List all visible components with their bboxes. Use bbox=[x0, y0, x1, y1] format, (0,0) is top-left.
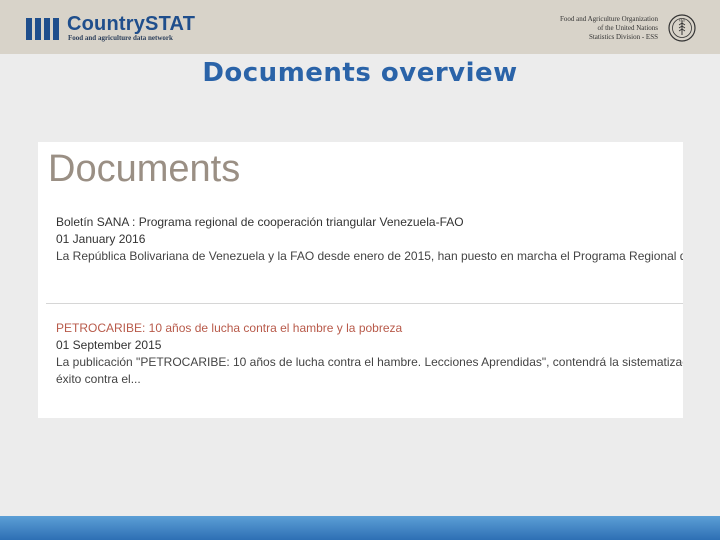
document-date: 01 September 2015 bbox=[56, 338, 162, 352]
document-description-continued: éxito contra el... bbox=[56, 372, 141, 386]
document-date: 01 January 2016 bbox=[56, 232, 146, 246]
document-title-link[interactable]: PETROCARIBE: 10 años de lucha contra el … bbox=[56, 320, 683, 337]
document-title-link[interactable]: Boletín SANA : Programa regional de coop… bbox=[56, 214, 683, 231]
document-item: Boletín SANA : Programa regional de coop… bbox=[56, 214, 683, 265]
footer-bar bbox=[0, 516, 720, 540]
org-line-1: Food and Agriculture Organization bbox=[559, 15, 658, 23]
brand-tagline: Food and agriculture data network bbox=[68, 34, 173, 42]
documents-panel: Documents Boletín SANA : Programa region… bbox=[38, 142, 683, 418]
divider bbox=[46, 303, 683, 304]
documents-heading: Documents bbox=[48, 148, 241, 190]
countrystat-logo-icon bbox=[26, 18, 62, 40]
org-line-3: Statistics Division - ESS bbox=[588, 33, 658, 41]
document-description: La República Bolivariana de Venezuela y … bbox=[56, 249, 683, 263]
page-title: Documents overview bbox=[202, 58, 518, 88]
fao-emblem-icon[interactable]: FAO bbox=[668, 14, 696, 42]
brand-name[interactable]: CountrySTAT bbox=[67, 13, 195, 36]
header-banner: CountrySTAT Food and agriculture data ne… bbox=[0, 0, 720, 54]
fao-emblem-text: FAO bbox=[679, 19, 686, 23]
fao-organization-text: Food and Agriculture Organization of the… bbox=[560, 15, 658, 42]
org-line-2: of the United Nations bbox=[597, 24, 658, 32]
document-description: La publicación "PETROCARIBE: 10 años de … bbox=[56, 355, 683, 369]
document-item: PETROCARIBE: 10 años de lucha contra el … bbox=[56, 320, 683, 388]
